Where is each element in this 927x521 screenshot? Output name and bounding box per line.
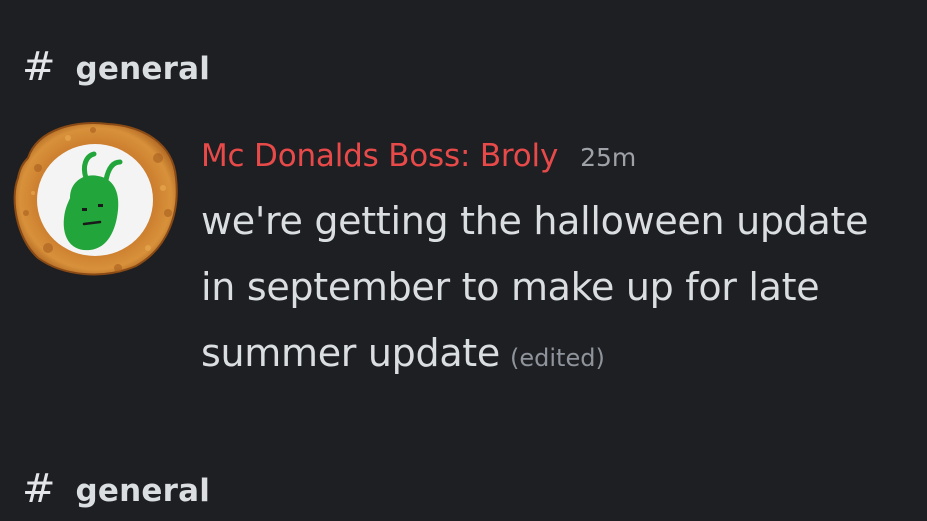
channel-name: general — [75, 51, 211, 87]
channel-header[interactable]: # general — [22, 44, 210, 94]
channel-name: general — [75, 473, 211, 509]
message-timestamp[interactable]: 25m — [580, 143, 636, 172]
channel-hash-icon: # — [22, 44, 56, 90]
message-line-text: summer update — [201, 331, 500, 375]
edited-label: (edited) — [510, 344, 605, 372]
message-author[interactable]: Mc Donalds Boss: Broly — [201, 138, 558, 174]
message-line: we're getting the halloween update — [201, 199, 869, 243]
chat-message: Mc Donalds Boss: Broly 25m we're getting… — [201, 138, 927, 391]
user-avatar[interactable] — [8, 118, 180, 278]
message-content: we're getting the halloween update in se… — [201, 188, 927, 391]
message-header: Mc Donalds Boss: Broly 25m — [201, 138, 927, 188]
channel-header[interactable]: # general — [22, 466, 210, 516]
channel-hash-icon: # — [22, 466, 56, 512]
message-line: in september to make up for late — [201, 265, 820, 309]
message-line-last: summer update (edited) — [201, 320, 927, 391]
